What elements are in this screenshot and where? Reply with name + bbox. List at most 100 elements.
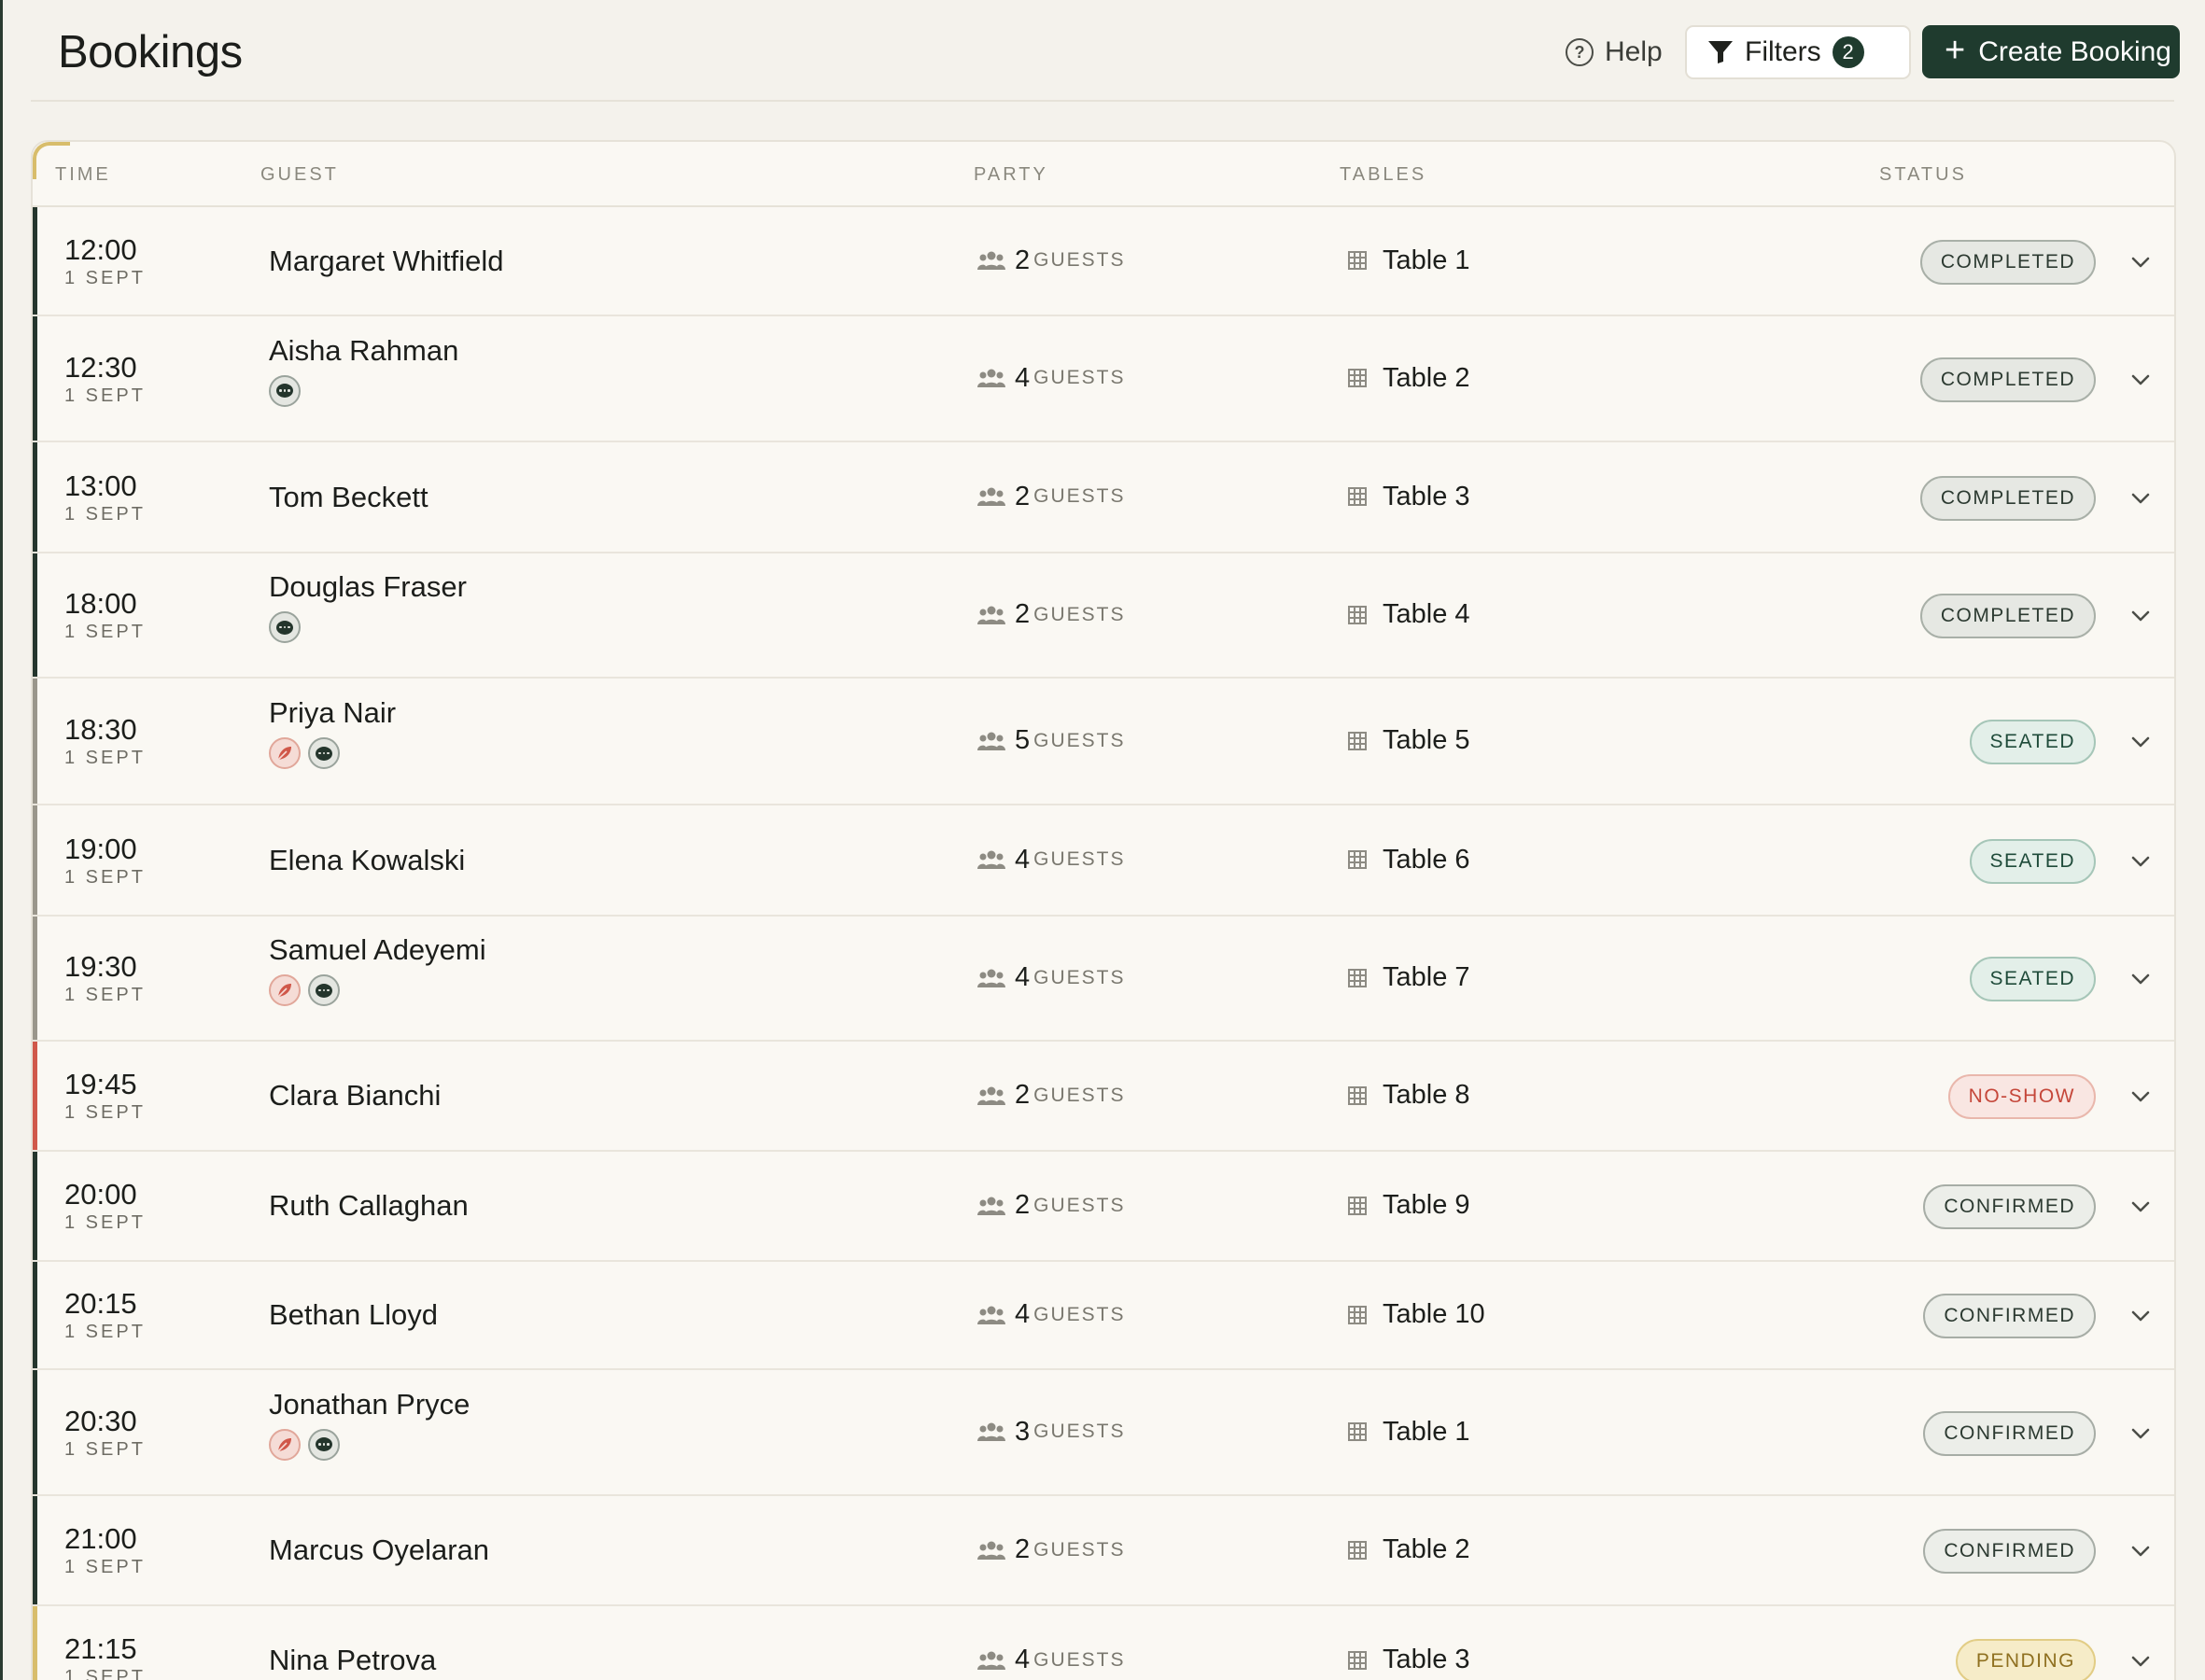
table-name: Table 10: [1383, 1299, 1485, 1329]
status-badge[interactable]: PENDING: [1955, 1639, 2096, 1680]
chevron-down-icon[interactable]: [2129, 1422, 2152, 1445]
chevron-down-icon[interactable]: [2129, 605, 2152, 627]
note-icon[interactable]: [308, 737, 340, 770]
chevron-down-icon[interactable]: [2129, 731, 2152, 753]
booking-row[interactable]: 18:30 1 SEPT Priya Nair 5 GUESTS Table 5 SEATE…: [33, 679, 2174, 805]
status-badge[interactable]: COMPLETED: [1919, 357, 2096, 402]
booking-row[interactable]: 20:30 1 SEPT Jonathan Pryce 3 GUESTS Table 1 C…: [33, 1370, 2174, 1496]
party-unit-label: GUESTS: [1033, 1421, 1126, 1442]
party-unit-label: GUESTS: [1033, 485, 1126, 507]
booking-time-cell: 12:00 1 SEPT: [64, 233, 146, 289]
booking-date: 1 SEPT: [64, 1322, 146, 1343]
party-size: 2: [1015, 1534, 1031, 1564]
column-header-guest[interactable]: GUEST: [260, 164, 339, 186]
party-unit-label: GUESTS: [1033, 729, 1126, 751]
note-icon[interactable]: [269, 611, 301, 644]
party-cell: 4 GUESTS: [977, 845, 1126, 875]
table-name: Table 4: [1383, 599, 1470, 629]
party-cell: 2 GUESTS: [977, 1080, 1126, 1111]
booking-time-cell: 18:30 1 SEPT: [64, 713, 146, 769]
status-badge[interactable]: CONFIRMED: [1923, 1294, 2096, 1338]
status-badge[interactable]: SEATED: [1969, 720, 2096, 764]
status-badge[interactable]: CONFIRMED: [1923, 1529, 2096, 1574]
guest-name[interactable]: Jonathan Pryce: [269, 1387, 470, 1421]
status-badge[interactable]: COMPLETED: [1919, 594, 2096, 638]
party-unit-label: GUESTS: [1033, 966, 1126, 988]
column-header-time[interactable]: TIME: [55, 164, 111, 186]
note-icon[interactable]: [269, 374, 301, 407]
status-badge[interactable]: SEATED: [1969, 838, 2096, 884]
booking-row[interactable]: 12:30 1 SEPT Aisha Rahman 4 GUESTS Table 2 COM…: [33, 316, 2174, 442]
row-status-accent: [33, 917, 37, 1040]
party-unit-label: GUESTS: [1033, 1538, 1126, 1561]
table-name: Table 1: [1383, 1416, 1470, 1447]
guests-icon: [977, 849, 1005, 870]
guests-icon: [977, 250, 1005, 271]
guest-name[interactable]: Nina Petrova: [269, 1643, 436, 1677]
note-icon[interactable]: [308, 1428, 340, 1461]
filters-button[interactable]: Filters 2: [1685, 25, 1911, 79]
page-title: Bookings: [58, 27, 243, 77]
dietary-leaf-icon[interactable]: [269, 974, 301, 1007]
guest-name[interactable]: Tom Beckett: [269, 480, 428, 514]
guest-name[interactable]: Priya Nair: [269, 695, 396, 730]
table-cell: Table 9: [1347, 1190, 1470, 1221]
chevron-down-icon[interactable]: [2129, 968, 2152, 990]
column-header-party[interactable]: PARTY: [974, 164, 1048, 186]
guests-icon: [977, 1650, 1005, 1671]
chevron-down-icon[interactable]: [2129, 850, 2152, 873]
create-booking-label: Create Booking: [1978, 35, 2171, 67]
booking-row[interactable]: 18:00 1 SEPT Douglas Fraser 2 GUESTS Table 4 C…: [33, 553, 2174, 679]
note-icon[interactable]: [308, 974, 340, 1007]
chevron-down-icon[interactable]: [2129, 1196, 2152, 1218]
chevron-down-icon[interactable]: [2129, 1305, 2152, 1327]
guest-name[interactable]: Samuel Adeyemi: [269, 932, 486, 967]
column-header-status[interactable]: STATUS: [1879, 164, 1967, 186]
guest-name[interactable]: Bethan Lloyd: [269, 1297, 438, 1332]
chevron-down-icon[interactable]: [2129, 369, 2152, 391]
help-button[interactable]: ? Help: [1566, 26, 1663, 78]
column-header-tables[interactable]: TABLES: [1340, 164, 1426, 186]
party-size: 2: [1015, 599, 1031, 629]
status-badge[interactable]: COMPLETED: [1919, 475, 2096, 521]
booking-row[interactable]: 12:00 1 SEPT Margaret Whitfield 2 GUESTS Tabl…: [33, 207, 2174, 316]
guest-name[interactable]: Clara Bianchi: [269, 1078, 441, 1113]
chevron-down-icon[interactable]: [2129, 487, 2152, 510]
dietary-leaf-icon[interactable]: [269, 737, 301, 770]
booking-time-cell: 19:00 1 SEPT: [64, 833, 146, 889]
chevron-down-icon[interactable]: [2129, 1650, 2152, 1673]
status-badge[interactable]: CONFIRMED: [1923, 1184, 2096, 1229]
booking-row[interactable]: 20:00 1 SEPT Ruth Callaghan 2 GUESTS Table 9 C…: [33, 1152, 2174, 1262]
booking-row[interactable]: 19:30 1 SEPT Samuel Adeyemi 4 GUESTS Table 7 S…: [33, 917, 2174, 1042]
create-booking-button[interactable]: + Create Booking: [1922, 25, 2180, 78]
booking-row[interactable]: 19:45 1 SEPT Clara Bianchi 2 GUESTS Table 8 NO…: [33, 1042, 2174, 1152]
booking-row[interactable]: 21:00 1 SEPT Marcus Oyelaran 2 GUESTS Table 2…: [33, 1496, 2174, 1606]
bookings-table: TIME GUEST PARTY TABLES STATUS 12:00 1 SE…: [31, 140, 2176, 1680]
party-size: 4: [1015, 362, 1031, 393]
party-size: 2: [1015, 481, 1031, 511]
chevron-down-icon[interactable]: [2129, 251, 2152, 273]
booking-row[interactable]: 20:15 1 SEPT Bethan Lloyd 4 GUESTS Table 10 CO…: [33, 1262, 2174, 1370]
booking-row[interactable]: 13:00 1 SEPT Tom Beckett 2 GUESTS Table 3 COMP…: [33, 442, 2174, 553]
chevron-down-icon[interactable]: [2129, 1085, 2152, 1108]
chevron-down-icon[interactable]: [2129, 1540, 2152, 1562]
guest-name[interactable]: Douglas Fraser: [269, 569, 467, 604]
status-badge[interactable]: SEATED: [1969, 957, 2096, 1001]
booking-date: 1 SEPT: [64, 1212, 146, 1234]
status-badge[interactable]: NO-SHOW: [1947, 1074, 2096, 1119]
status-badge[interactable]: CONFIRMED: [1923, 1410, 2096, 1456]
dietary-leaf-icon[interactable]: [269, 1428, 301, 1461]
guest-name[interactable]: Marcus Oyelaran: [269, 1533, 489, 1567]
party-unit-label: GUESTS: [1033, 1303, 1126, 1325]
booking-time: 19:45: [64, 1068, 137, 1100]
guest-name[interactable]: Aisha Rahman: [269, 333, 458, 368]
guest-name[interactable]: Margaret Whitfield: [269, 244, 504, 278]
booking-row[interactable]: 19:00 1 SEPT Elena Kowalski 4 GUESTS Table 6 S…: [33, 805, 2174, 917]
party-cell: 2 GUESTS: [977, 482, 1126, 512]
booking-row[interactable]: 21:15 1 SEPT Nina Petrova 4 GUESTS Table 3 PEN…: [33, 1606, 2174, 1680]
table-grid-icon: [1347, 605, 1368, 625]
status-badge[interactable]: COMPLETED: [1919, 239, 2096, 285]
guest-name[interactable]: Ruth Callaghan: [269, 1188, 469, 1223]
guest-name[interactable]: Elena Kowalski: [269, 843, 465, 877]
table-name: Table 7: [1383, 962, 1470, 992]
